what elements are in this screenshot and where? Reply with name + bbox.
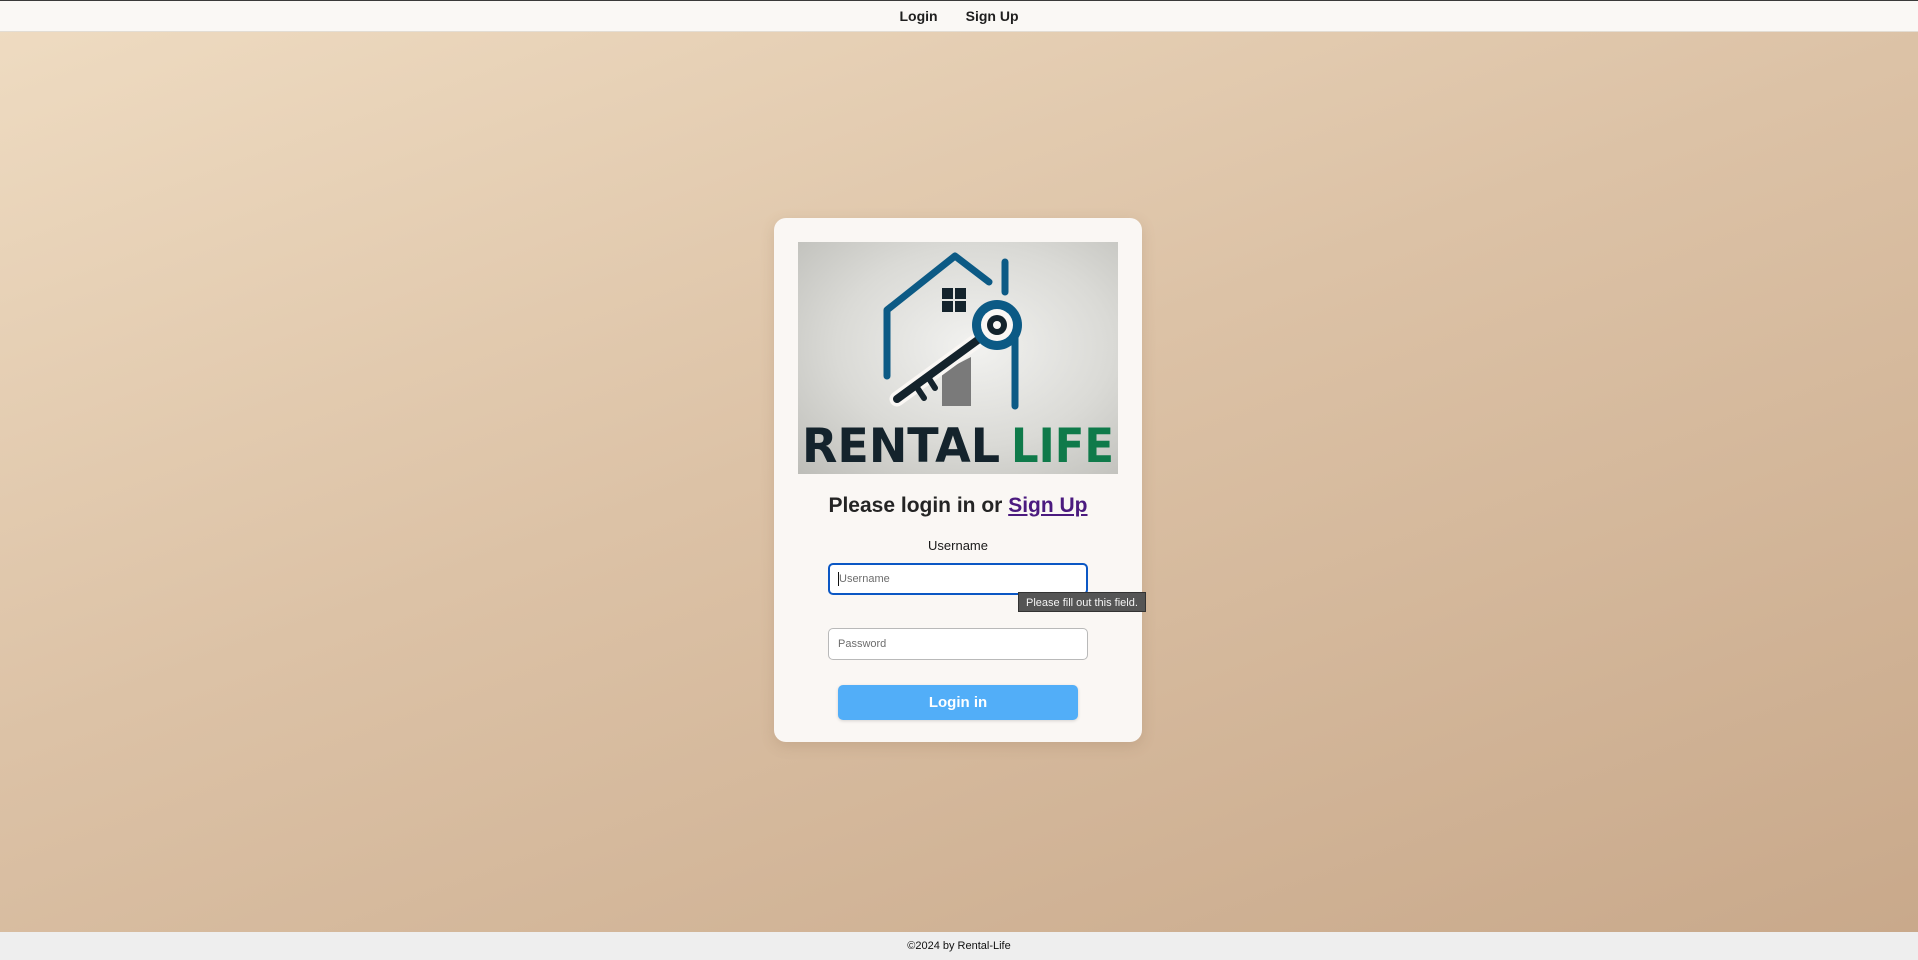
username-input[interactable] [828,563,1088,595]
logo-word-life: LIFE [1011,419,1114,474]
rental-life-logo: RENTAL LIFE [798,242,1118,474]
top-nav: Login Sign Up [0,0,1918,32]
nav-signup-link[interactable]: Sign Up [964,8,1021,24]
login-card: RENTAL LIFE Please login in or Sign Up U… [774,218,1142,742]
footer-copyright: ©2024 by Rental-Life [907,940,1011,952]
logo-word-rental: RENTAL [802,419,1000,474]
nav-login-link[interactable]: Login [898,8,940,24]
login-heading: Please login in or Sign Up [774,494,1142,518]
validation-tooltip: Please fill out this field. [1018,592,1146,612]
heading-text: Please login in or [828,494,1009,517]
login-button[interactable]: Login in [838,685,1078,720]
password-input[interactable] [828,628,1088,660]
username-label: Username [928,538,988,553]
text-caret [838,572,839,586]
heading-signup-link[interactable]: Sign Up [1008,494,1087,517]
house-key-logo-icon: RENTAL LIFE [802,252,1114,474]
footer: ©2024 by Rental-Life [0,932,1918,960]
